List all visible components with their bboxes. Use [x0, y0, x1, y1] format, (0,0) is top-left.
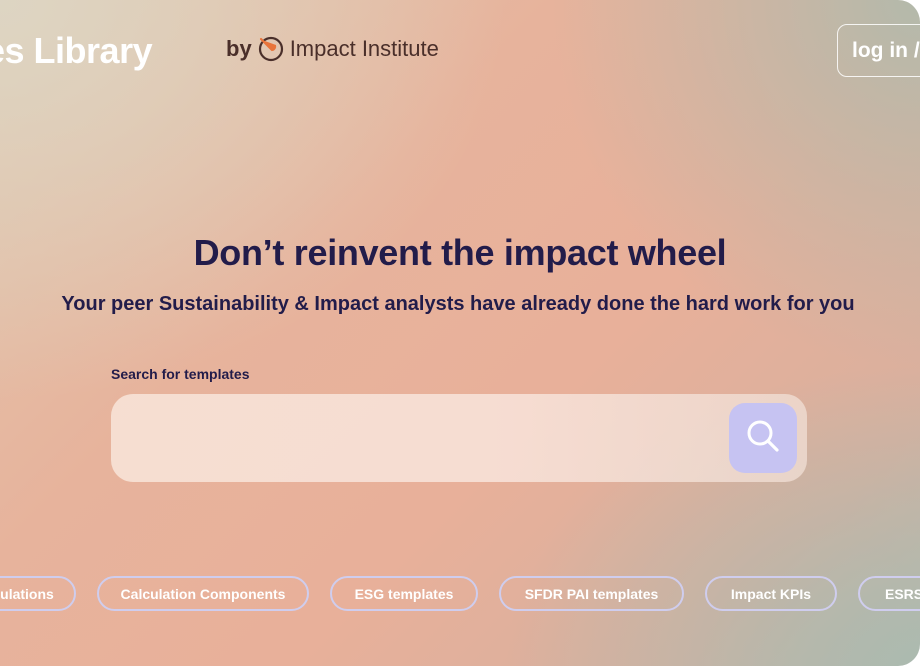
page-frame: ates Library by Impact Institute log in …: [0, 0, 920, 666]
hero-title: Don’t reinvent the impact wheel: [193, 232, 727, 273]
login-button[interactable]: log in /: [837, 24, 920, 77]
category-chips: ulations Calculation Components ESG temp…: [0, 576, 920, 612]
search-label: Search for templates: [111, 366, 250, 382]
chip-calculations[interactable]: ulations: [0, 576, 76, 611]
chip-esrs[interactable]: ESRS: [858, 576, 920, 611]
byline[interactable]: by Impact Institute: [226, 36, 439, 62]
chip-calculation-components[interactable]: Calculation Components: [97, 576, 309, 611]
chip-sfdr-pai-templates[interactable]: SFDR PAI templates: [499, 576, 684, 611]
site-title[interactable]: ates Library: [0, 30, 153, 72]
chip-impact-kpis[interactable]: Impact KPIs: [705, 576, 837, 611]
search-input[interactable]: [131, 414, 721, 462]
top-bar: ates Library by Impact Institute log in …: [0, 0, 920, 100]
search-button[interactable]: [729, 403, 797, 473]
search-box: [111, 394, 807, 482]
impact-institute-logo-icon: [258, 36, 284, 62]
chip-esg-templates[interactable]: ESG templates: [330, 576, 478, 611]
by-label: by: [226, 36, 252, 61]
search-icon: [743, 416, 783, 461]
hero-subtitle: Your peer Sustainability & Impact analys…: [61, 293, 855, 315]
org-name: Impact Institute: [289, 36, 439, 61]
